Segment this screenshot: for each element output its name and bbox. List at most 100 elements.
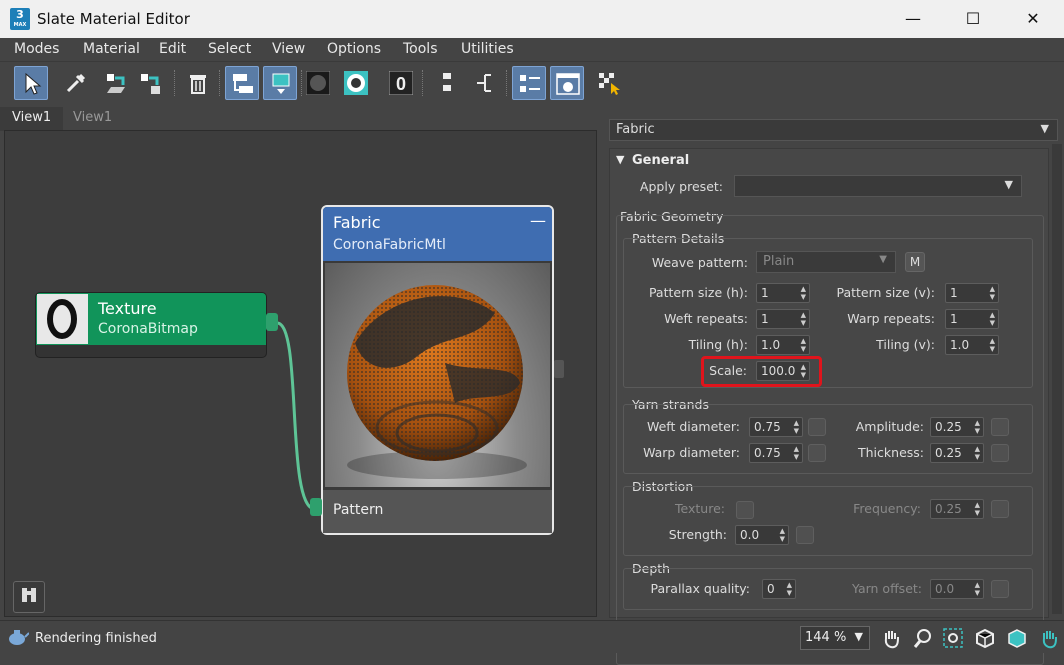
weave-pattern-map-button[interactable]: M [905,252,925,272]
pattern-input-socket[interactable] [310,498,322,516]
frequency-spinner[interactable]: 0.25 ▲ ▼ [930,499,984,519]
strength-map-button[interactable] [796,526,814,544]
put-to-scene-button[interactable] [100,66,134,100]
menu-edit[interactable]: Edit [159,41,186,57]
zoom-region-icon[interactable] [942,627,964,649]
amplitude-spinner[interactable]: 0.25 ▲ ▼ [930,417,984,437]
pick-material-button[interactable] [59,66,93,100]
weft-repeats-spinner[interactable]: 1 ▲ ▼ [756,309,810,329]
fabric-output-socket[interactable] [554,360,564,378]
spinner-arrows-icon[interactable]: ▲ ▼ [975,445,980,461]
apply-preset-dropdown[interactable]: ▼ [734,175,1022,197]
tiling-v-spinner[interactable]: 1.0 ▲ ▼ [945,335,999,355]
fabric-node-type: CoronaFabricMtl [333,237,446,253]
spinner-arrows-icon[interactable]: ▲ ▼ [975,419,980,435]
close-button[interactable]: ✕ [1010,0,1056,38]
parameter-editor-button[interactable] [512,66,546,100]
app-icon-number: 3 [16,8,24,21]
background-pattern-button[interactable] [339,66,373,100]
assign-material-icon [141,74,160,94]
menu-select[interactable]: Select [208,41,251,57]
spinner-arrows-icon[interactable]: ▲ ▼ [801,311,806,327]
menu-options[interactable]: Options [327,41,381,57]
weft-diameter-label: Weft diameter: [646,419,740,434]
spinner-arrows-icon[interactable]: ▲ ▼ [780,527,785,543]
weft-diameter-spinner[interactable]: 0.75 ▲ ▼ [749,417,803,437]
frequency-map-button[interactable] [991,500,1009,518]
minimize-button[interactable]: — [890,0,936,38]
warp-repeats-spinner[interactable]: 1 ▲ ▼ [945,309,999,329]
spinner-arrows-icon[interactable]: ▲ ▼ [801,337,806,353]
show-background-button[interactable] [301,66,335,100]
fabric-node[interactable]: Fabric CoronaFabricMtl — Pattern [321,205,554,535]
pan-hand-icon[interactable] [880,627,902,649]
spinner-arrows-icon[interactable]: ▲ ▼ [990,337,995,353]
yarn-offset-map-button[interactable] [991,580,1009,598]
distortion-texture-map-button[interactable] [736,501,754,519]
navigator-button[interactable] [13,581,45,613]
spinner-arrows-icon[interactable]: ▲ ▼ [801,285,806,301]
toolbar-separator [174,70,176,96]
distortion-group [623,486,1033,556]
tab-view1-active[interactable]: View1 [0,107,64,131]
layout-children-button[interactable] [263,66,297,100]
app-icon: 3 MAX [10,8,30,30]
pattern-size-v-spinner[interactable]: 1 ▲ ▼ [945,283,999,303]
texture-node[interactable]: Texture CoronaBitmap [36,293,266,357]
tiling-h-spinner[interactable]: 1.0 ▲ ▼ [756,335,810,355]
material-id-button[interactable]: 0 [384,66,418,100]
pattern-size-h-spinner[interactable]: 1 ▲ ▼ [756,283,810,303]
fabric-node-header[interactable]: Fabric CoronaFabricMtl — [323,207,552,261]
strength-spinner[interactable]: 0.0 ▲ ▼ [735,525,789,545]
material-name-dropdown[interactable]: Fabric ▼ [609,119,1058,141]
general-title[interactable]: General [632,153,689,168]
parallax-quality-label: Parallax quality: [650,581,750,596]
thickness-map-button[interactable] [991,444,1009,462]
warp-diameter-spinner[interactable]: 0.75 ▲ ▼ [749,443,803,463]
delete-button[interactable] [181,66,215,100]
collapse-node-button[interactable]: — [530,211,546,230]
render-map-button[interactable] [592,66,626,100]
hide-unused-slots-button[interactable] [430,66,464,100]
collapse-triangle-icon[interactable]: ▼ [616,153,624,166]
frame-selected-icon[interactable] [974,627,996,649]
scale-highlight-box [701,356,822,387]
pan-node-icon[interactable] [1038,627,1060,649]
node-view-canvas[interactable]: Texture CoronaBitmap Fabric CoronaFabric… [4,130,597,617]
yarn-offset-spinner[interactable]: 0.0 ▲ ▼ [930,579,984,599]
frame-all-icon[interactable] [1006,627,1028,649]
maximize-button[interactable]: ☐ [950,0,996,38]
texture-output-socket[interactable] [266,313,278,331]
parallax-quality-spinner[interactable]: 0 ▲ ▼ [762,579,796,599]
spinner-arrows-icon[interactable]: ▲ ▼ [990,311,995,327]
tiling-v-value: 1.0 [950,338,970,352]
spinner-arrows-icon[interactable]: ▲ ▼ [990,285,995,301]
spinner-arrows-icon[interactable]: ▲ ▼ [787,581,792,597]
toolbar-separator [422,70,424,96]
zoom-dropdown[interactable]: 144 % ▼ [800,626,870,650]
layout-all-button[interactable] [225,66,259,100]
menu-view[interactable]: View [272,41,305,57]
menu-tools[interactable]: Tools [403,41,438,57]
yarn-strands-group [623,404,1033,474]
texture-node-header[interactable]: Texture CoronaBitmap [36,293,266,345]
menu-material[interactable]: Material [83,41,140,57]
frequency-value: 0.25 [935,502,962,516]
thickness-spinner[interactable]: 0.25 ▲ ▼ [930,443,984,463]
material-browser-button[interactable] [550,66,584,100]
spinner-arrows-icon[interactable]: ▲ ▼ [794,419,799,435]
assign-material-button[interactable] [134,66,168,100]
menu-modes[interactable]: Modes [14,41,59,57]
spinner-arrows-icon[interactable]: ▲ ▼ [975,501,980,517]
spinner-arrows-icon[interactable]: ▲ ▼ [794,445,799,461]
menu-utilities[interactable]: Utilities [461,41,514,57]
texture-node-name: Texture [98,299,157,318]
tab-view1-second[interactable]: View1 [61,107,124,131]
weave-pattern-dropdown[interactable]: Plain ▼ [756,251,896,273]
hierarchy-button[interactable] [468,66,502,100]
spinner-arrows-icon[interactable]: ▲ ▼ [975,581,980,597]
amplitude-map-button[interactable] [991,418,1009,436]
panel-scrollbar[interactable] [1052,144,1062,614]
select-tool-button[interactable] [14,66,48,100]
zoom-magnifier-icon[interactable] [912,627,934,649]
